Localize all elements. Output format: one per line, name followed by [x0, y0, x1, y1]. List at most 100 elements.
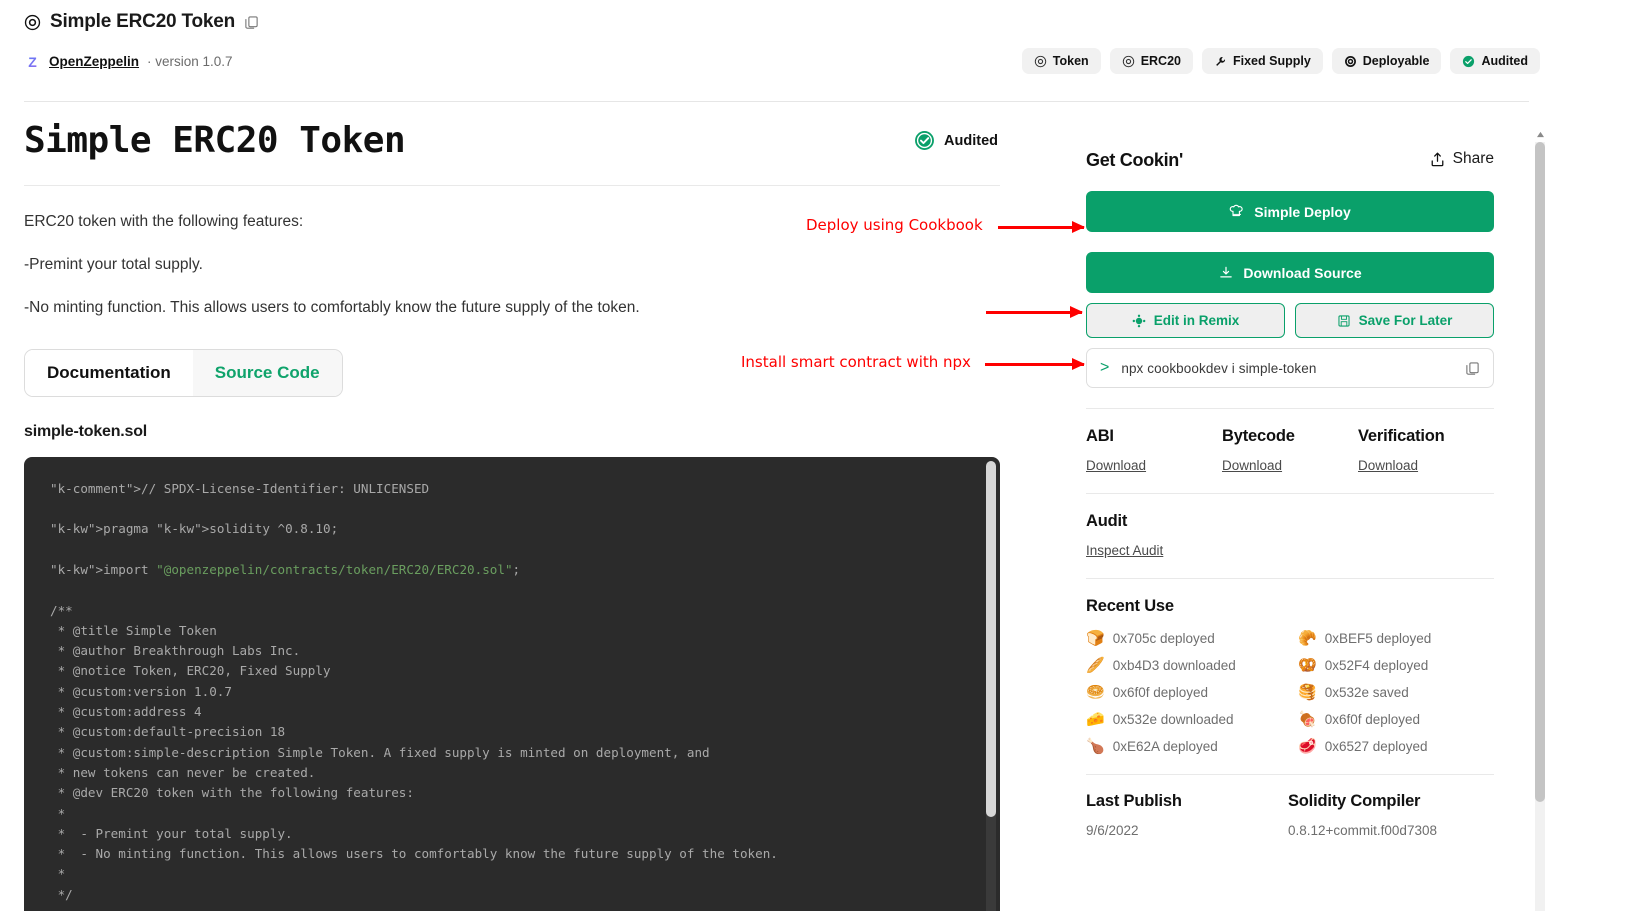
list-item[interactable]: 🥨 0x52F4 deployed	[1298, 658, 1510, 673]
app-root: Simple ERC20 Token Z OpenZeppelin · vers…	[0, 0, 1627, 911]
save-disk-icon	[1337, 314, 1351, 328]
pretzel-icon: 🥨	[1298, 657, 1317, 674]
list-item[interactable]: 🥐 0xBEF5 deployed	[1298, 631, 1510, 646]
sidebar-heading: Get Cookin'	[1086, 150, 1183, 170]
audited-label: Audited	[944, 132, 998, 149]
sidebar-divider-4	[1086, 774, 1494, 775]
npx-command: npx cookbookdev i simple-token	[1121, 360, 1317, 376]
sidebar-divider-1	[1086, 408, 1494, 409]
list-item[interactable]: 🍗 0xE62A deployed	[1086, 739, 1298, 754]
source-filename: simple-token.sol	[24, 422, 148, 440]
share-label: Share	[1452, 150, 1494, 167]
recent-use-section: Recent Use 🍞 0x705c deployed 🥐 0xBEF5 de…	[1086, 597, 1494, 754]
badge-fixed-supply[interactable]: Fixed Supply	[1201, 48, 1323, 74]
sidebar-divider-3	[1086, 578, 1494, 579]
list-item[interactable]: 🥯 0x6f0f deployed	[1086, 685, 1298, 700]
badge-label: Deployable	[1362, 54, 1430, 68]
list-item-label: 0x6f0f deployed	[1112, 685, 1209, 700]
annotation-npx-arrow	[985, 358, 1085, 370]
verification-heading: Verification	[1358, 427, 1445, 445]
download-source-button[interactable]: Download Source	[1086, 252, 1494, 293]
breadcrumb: Simple ERC20 Token	[24, 11, 259, 33]
list-item[interactable]: 🧀 0x532e downloaded	[1086, 712, 1298, 727]
copy-icon[interactable]	[1465, 361, 1480, 376]
simple-deploy-label: Simple Deploy	[1254, 203, 1351, 220]
inspect-audit-link[interactable]: Inspect Audit	[1086, 543, 1494, 558]
annotation-npx-label: Install smart contract with npx	[741, 353, 971, 371]
code-content[interactable]: "k-comment">// SPDX-License-Identifier: …	[24, 457, 1000, 911]
list-item-label: 0x6527 deployed	[1324, 739, 1428, 754]
chevron-right-icon: >	[1100, 359, 1110, 376]
tab-documentation[interactable]: Documentation	[25, 349, 193, 396]
badge-erc20[interactable]: ERC20	[1109, 48, 1193, 74]
baguette-icon: 🥖	[1086, 657, 1105, 674]
last-publish-value: 9/6/2022	[1086, 823, 1139, 838]
verification-download-link[interactable]: Download	[1358, 458, 1494, 473]
npx-install-box[interactable]: > npx cookbookdev i simple-token	[1086, 348, 1494, 388]
bread-icon: 🍞	[1086, 630, 1105, 647]
bytecode-download-link[interactable]: Download	[1222, 458, 1358, 473]
list-item-label: 0xE62A deployed	[1112, 739, 1218, 754]
target-icon	[1122, 55, 1135, 68]
list-item[interactable]: 🍖 0x6f0f deployed	[1298, 712, 1510, 727]
list-item-label: 0xBEF5 deployed	[1324, 631, 1432, 646]
last-publish-heading: Last Publish	[1086, 792, 1182, 810]
code-scrollbar-thumb[interactable]	[986, 460, 996, 817]
list-item-label: 0x6f0f deployed	[1324, 712, 1421, 727]
cheese-icon: 🧀	[1086, 711, 1105, 728]
author-link[interactable]: OpenZeppelin	[49, 54, 139, 69]
scroll-up-arrow-icon[interactable]	[1534, 128, 1546, 140]
annotation-deploy-label: Deploy using Cookbook	[806, 216, 983, 234]
badge-audited[interactable]: Audited	[1450, 48, 1540, 74]
title-divider	[24, 185, 1000, 186]
green-check-icon	[1462, 55, 1475, 68]
remix-icon	[1132, 314, 1146, 328]
abi-download-link[interactable]: Download	[1086, 458, 1222, 473]
edit-in-remix-button[interactable]: Edit in Remix	[1086, 303, 1285, 338]
annotation-remix-arrow	[986, 306, 1083, 318]
croissant-icon: 🥐	[1298, 630, 1317, 647]
code-viewer: "k-comment">// SPDX-License-Identifier: …	[24, 456, 1000, 911]
audited-status-badge: Audited	[914, 130, 998, 151]
downloads-section: ABI Download Bytecode Download Verificat…	[1086, 427, 1494, 473]
openzeppelin-logo-icon: Z	[24, 53, 41, 70]
save-for-later-button[interactable]: Save For Later	[1295, 303, 1494, 338]
simple-deploy-button[interactable]: Simple Deploy	[1086, 191, 1494, 232]
audit-section: Audit Inspect Audit	[1086, 512, 1494, 558]
sidebar-divider-2	[1086, 493, 1494, 494]
badge-label: Token	[1052, 54, 1089, 68]
badge-token[interactable]: Token	[1021, 48, 1101, 74]
list-item-label: 0x52F4 deployed	[1324, 658, 1429, 673]
target-icon	[24, 14, 41, 31]
pancakes-icon: 🥞	[1298, 684, 1317, 701]
filled-target-icon	[1344, 55, 1357, 68]
main-content: Simple ERC20 Token Audited ERC20 token w…	[24, 118, 1000, 911]
copy-icon[interactable]	[244, 15, 259, 30]
page-scrollbar[interactable]	[1534, 128, 1546, 911]
badge-list: Token ERC20 Fixed Supply Deployable Audi…	[1021, 48, 1540, 74]
badge-deployable[interactable]: Deployable	[1331, 48, 1442, 74]
recent-use-list: 🍞 0x705c deployed 🥐 0xBEF5 deployed 🥖 0x…	[1086, 631, 1494, 754]
badge-label: Fixed Supply	[1232, 54, 1311, 68]
page-scrollbar-thumb[interactable]	[1535, 142, 1545, 802]
secondary-button-row: Edit in Remix Save For Later	[1086, 303, 1494, 338]
poultry-leg-icon: 🍗	[1086, 738, 1105, 755]
tab-source-code[interactable]: Source Code	[192, 349, 342, 396]
badge-label: ERC20	[1140, 54, 1181, 68]
sidebar-footer: Last Publish 9/6/2022 Solidity Compiler …	[1086, 792, 1494, 838]
breadcrumb-title: Simple ERC20 Token	[50, 11, 236, 32]
list-item[interactable]: 🥩 0x6527 deployed	[1298, 739, 1510, 754]
list-item[interactable]: 🥞 0x532e saved	[1298, 685, 1510, 700]
share-button[interactable]: Share	[1429, 150, 1494, 168]
header-divider	[24, 101, 1529, 102]
list-item-label: 0x532e downloaded	[1112, 712, 1234, 727]
topbar: Simple ERC20 Token Z OpenZeppelin · vers…	[0, 0, 1540, 103]
green-check-icon	[914, 130, 935, 151]
bytecode-heading: Bytecode	[1222, 427, 1295, 445]
code-scrollbar[interactable]	[986, 460, 996, 911]
list-item[interactable]: 🥖 0xb4D3 downloaded	[1086, 658, 1298, 673]
list-item[interactable]: 🍞 0x705c deployed	[1086, 631, 1298, 646]
wrench-icon	[1214, 55, 1227, 68]
bagel-icon: 🥯	[1086, 684, 1105, 701]
solidity-compiler-value: 0.8.12+commit.f00d7308	[1288, 823, 1437, 838]
